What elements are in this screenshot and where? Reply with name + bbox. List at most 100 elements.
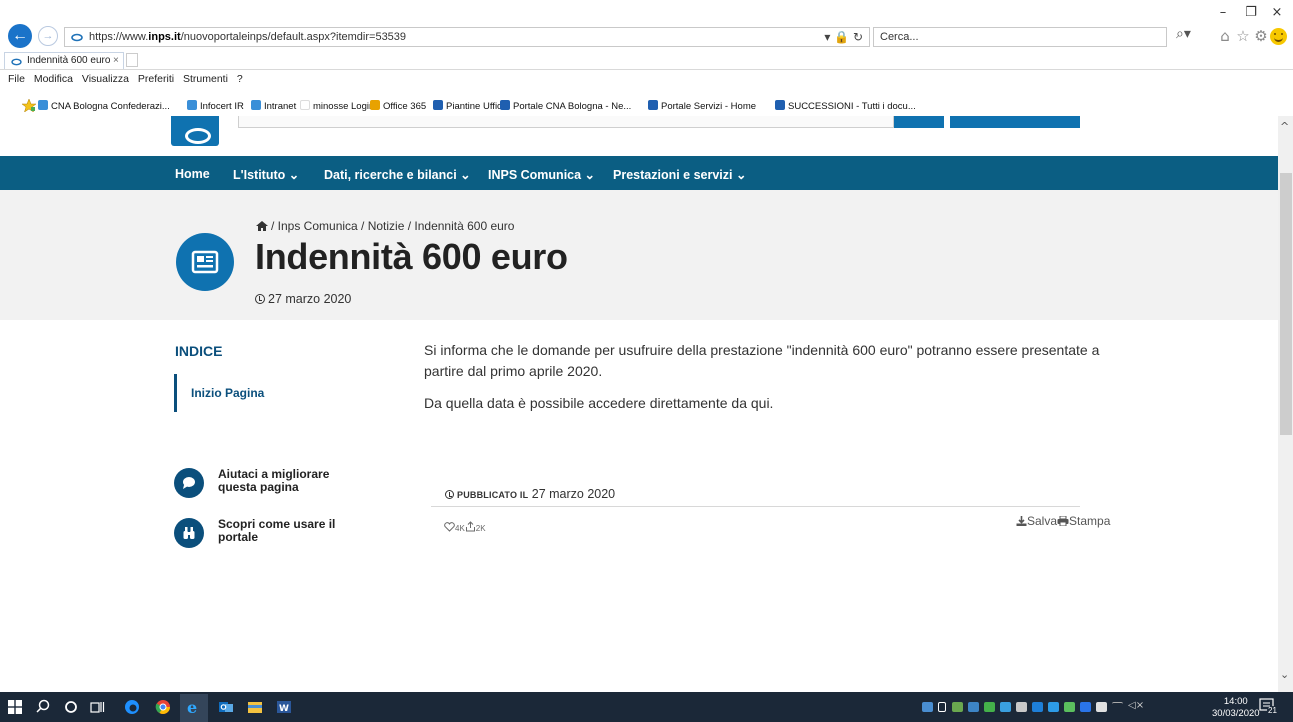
tray-mail-icon[interactable] [1016, 702, 1027, 712]
inps-logo[interactable] [171, 116, 219, 146]
breadcrumb-path[interactable]: / Inps Comunica / Notizie / Indennità 60… [271, 219, 514, 233]
download-icon [1016, 516, 1027, 526]
favorite-link[interactable]: Portale Servizi - Home [648, 100, 756, 112]
chrome-icon[interactable] [155, 699, 171, 715]
page-title: Indennità 600 euro [255, 236, 568, 277]
minimize-button[interactable]: – [1210, 4, 1236, 22]
save-button[interactable]: Salva [1016, 514, 1057, 528]
home-icon[interactable] [256, 221, 268, 231]
clock[interactable]: 14:00 30/03/2020 [1212, 696, 1260, 720]
task-view-icon[interactable] [89, 699, 105, 715]
tray-icon[interactable] [1032, 702, 1043, 712]
office-icon [370, 100, 380, 110]
search-icon[interactable] [35, 699, 51, 715]
tray-icon[interactable] [922, 702, 933, 712]
maximize-button[interactable]: ❐ [1238, 4, 1264, 22]
menu-preferiti[interactable]: Preferiti [138, 73, 174, 85]
index-title: INDICE [175, 343, 223, 359]
file-explorer-icon[interactable] [247, 699, 263, 715]
favorite-link[interactable]: Portale CNA Bologna - Ne... [500, 100, 631, 112]
print-button[interactable]: Stampa [1057, 514, 1110, 528]
binoculars-icon [174, 518, 204, 548]
divider [431, 506, 1080, 507]
svg-text:e: e [187, 699, 197, 715]
favorite-link[interactable]: Infocert IR [187, 100, 244, 112]
tray-shield-icon[interactable] [984, 702, 995, 712]
feedback-smiley-icon[interactable] [1270, 28, 1287, 45]
menu-visualizza[interactable]: Visualizza [82, 73, 129, 85]
login-button[interactable] [950, 116, 1080, 128]
site-search-input[interactable] [238, 116, 894, 128]
favorite-link[interactable]: minosse Login [300, 100, 374, 112]
chat-bubble-icon [174, 468, 204, 498]
tab-divider [0, 69, 1293, 70]
nav-prestazioni[interactable]: Prestazioni e servizi ⌄ [613, 167, 746, 182]
browser-tab[interactable]: Indennità 600 euro × [4, 52, 124, 69]
windows-start-icon[interactable] [8, 700, 22, 714]
scrollbar-thumb[interactable] [1280, 173, 1292, 435]
add-favorite-star-icon[interactable] [22, 99, 36, 112]
url-tools[interactable]: ▾ 🔒 ↻ [824, 30, 863, 44]
svg-text:W: W [279, 704, 289, 714]
browser-search-input[interactable]: Cerca... [873, 27, 1167, 47]
breadcrumb: / Inps Comunica / Notizie / Indennità 60… [256, 219, 514, 233]
menu-help[interactable]: ? [237, 73, 243, 85]
search-icon[interactable]: ⌕▾ [1176, 26, 1191, 42]
new-tab-button[interactable] [126, 53, 138, 67]
favorite-link[interactable]: Office 365 [370, 100, 426, 112]
close-window-button[interactable]: × [1264, 4, 1290, 22]
cortana-icon[interactable] [63, 699, 79, 715]
favorite-link[interactable]: Intranet [251, 100, 296, 112]
favorites-star-icon[interactable]: ☆ [1234, 27, 1252, 45]
address-bar[interactable]: https://www.inps.it/nuovoportaleinps/def… [64, 27, 870, 47]
outlook-icon[interactable] [218, 699, 234, 715]
notifications-icon[interactable]: 21 [1258, 697, 1278, 715]
edge-icon[interactable] [124, 699, 140, 715]
tray-bluetooth-icon[interactable] [1080, 702, 1091, 712]
sharepoint-icon [500, 100, 510, 110]
tab-close-icon[interactable]: × [113, 53, 119, 69]
menu-strumenti[interactable]: Strumenti [183, 73, 228, 85]
published-info: PUBBLICATO IL 27 marzo 2020 [445, 487, 615, 501]
heart-icon[interactable] [444, 522, 455, 532]
nav-inps-comunica[interactable]: INPS Comunica ⌄ [488, 167, 595, 182]
volume-icon[interactable]: ◁× [1128, 700, 1144, 711]
favorite-icon [251, 100, 261, 110]
printer-icon [1057, 515, 1069, 527]
home-icon[interactable]: ⌂ [1216, 27, 1234, 45]
sharepoint-icon [775, 100, 785, 110]
tray-cloud-icon[interactable] [1048, 702, 1059, 712]
page-hero: / Inps Comunica / Notizie / Indennità 60… [0, 190, 1278, 320]
share-icon[interactable] [465, 521, 476, 532]
back-button[interactable]: ← [8, 24, 32, 48]
favorite-link[interactable]: CNA Bologna Confederazi... [38, 100, 170, 112]
settings-gear-icon[interactable]: ⚙ [1252, 27, 1270, 45]
search-placeholder: Cerca... [880, 31, 919, 43]
scroll-up-arrow[interactable]: ^ [1280, 120, 1289, 133]
tray-icon[interactable] [1000, 702, 1011, 712]
internet-explorer-icon[interactable]: e [186, 699, 202, 715]
index-item-inizio-pagina[interactable]: Inizio Pagina [174, 374, 264, 412]
tray-icon[interactable] [968, 702, 979, 712]
menu-file[interactable]: File [8, 73, 25, 85]
sharepoint-icon [648, 100, 658, 110]
word-icon[interactable]: W [276, 699, 292, 715]
nav-home[interactable]: Home [175, 167, 210, 181]
nav-istituto[interactable]: L'Istituto ⌄ [233, 167, 299, 182]
tray-wifi-icon[interactable] [1112, 702, 1123, 712]
scroll-down-arrow[interactable]: ⌄ [1280, 668, 1289, 681]
nav-dati-ricerche[interactable]: Dati, ricerche e bilanci ⌄ [324, 167, 471, 182]
favorite-link[interactable]: Piantine Uffici [433, 100, 504, 112]
tray-icon[interactable] [952, 702, 963, 712]
tray-battery-icon[interactable] [1096, 702, 1107, 712]
favorite-link[interactable]: SUCCESSIONI - Tutti i docu... [775, 100, 916, 112]
article-paragraph: Si informa che le domande per usufruire … [424, 342, 1100, 379]
tray-icon[interactable] [1064, 702, 1075, 712]
shares-count: 2K [475, 524, 486, 533]
menu-modifica[interactable]: Modifica [34, 73, 73, 85]
publish-date: 27 marzo 2020 [255, 292, 351, 306]
tray-usb-icon[interactable] [938, 702, 946, 712]
favorite-icon [300, 100, 310, 110]
site-search-button[interactable] [894, 116, 944, 128]
forward-button[interactable]: → [38, 26, 58, 46]
